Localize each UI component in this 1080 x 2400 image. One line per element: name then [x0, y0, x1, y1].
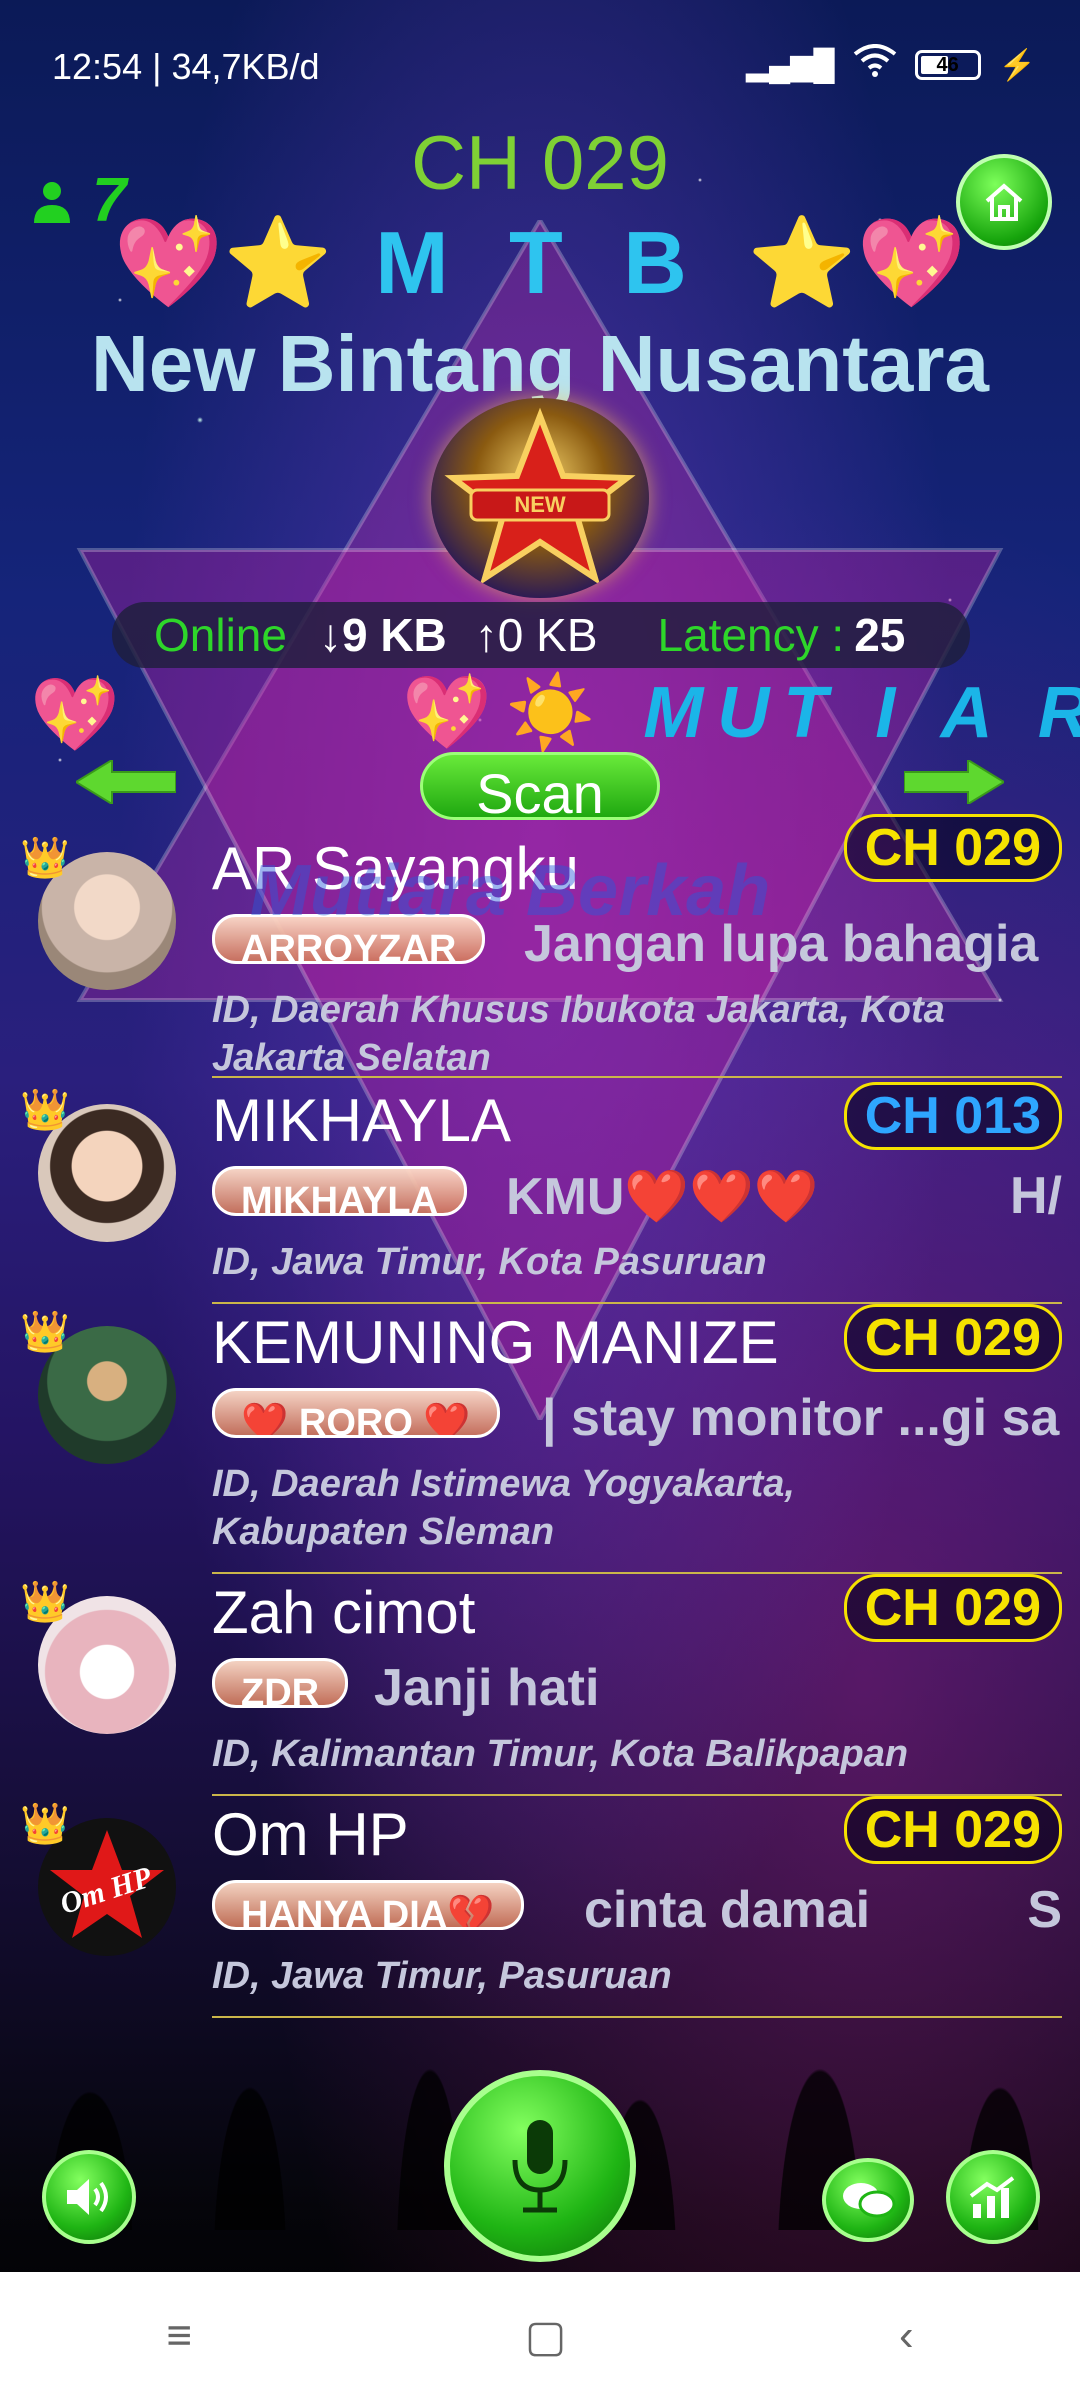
user-tag: ❤️ RORO ❤️ [212, 1388, 500, 1438]
divider [212, 2016, 1062, 2018]
watermark: Mutiara Berkah [250, 851, 771, 931]
marquee-banner: 💖 💖☀️ MUT I A R A [0, 668, 1080, 752]
channel-badge[interactable]: CH 029 [843, 1796, 1062, 1864]
user-list[interactable]: 👑 AR Sayangku CH 029 ARROYZAR Jangan lup… [0, 814, 1080, 2018]
sparkle-heart-icon: 💖⭐ [113, 213, 333, 312]
status-icons: ▂▄▆█ 46 ⚡ [746, 44, 1036, 86]
divider [212, 1076, 1062, 1078]
speaker-icon [67, 2179, 108, 2215]
channel-title: CH 029 [411, 121, 669, 206]
prev-channel-arrow-icon[interactable] [76, 760, 176, 804]
online-label: Online [154, 609, 287, 661]
status-message: Janji hati [374, 1659, 600, 1717]
user-location: ID, Jawa Timur, Kota Pasuruan [212, 1241, 767, 1283]
user-name: Zah cimot [212, 1579, 476, 1646]
user-name: Om HP [212, 1801, 409, 1868]
group-logo: NEW [431, 398, 649, 598]
crown-icon: 👑 [20, 1310, 70, 1354]
channel-badge[interactable]: CH 013 [843, 1082, 1062, 1150]
crown-icon: 👑 [20, 836, 70, 880]
battery-level: 46 [936, 54, 959, 76]
status-message: cinta damai [584, 1881, 871, 1939]
bottom-controls [0, 2060, 1080, 2280]
user-location: ID, Jawa Timur, Pasuruan [212, 1955, 672, 1997]
marquee-label: MUT I A R A [643, 673, 1080, 752]
charging-icon: ⚡ [998, 48, 1036, 82]
group-tag-letters: M T B [375, 213, 705, 312]
app-screen: 12:54 | 34,7KB/d ▂▄▆█ 46 ⚡ 7 CH 029 💖⭐ M… [0, 0, 1080, 2400]
status-message: | stay monitor ...gi sa [542, 1389, 1060, 1447]
channel-badge[interactable]: CH 029 [843, 814, 1062, 882]
list-item[interactable]: 👑 KEMUNING MANIZE CH 029 ❤️ RORO ❤️ | st… [0, 1304, 1080, 1574]
battery-icon: 46 [914, 50, 981, 80]
user-name: MIKHAYLA [212, 1087, 511, 1154]
status-tail: S [1027, 1881, 1062, 1939]
user-name: KEMUNING MANIZE [212, 1309, 779, 1376]
marquee-text: 💖☀️ MUT I A R A [402, 670, 1080, 752]
microphone-icon [512, 2120, 568, 2213]
status-time: 12:54 | 34,7KB/d [52, 46, 320, 87]
user-tag: HANYA DIA💔 [212, 1880, 524, 1930]
sparkle-heart-icon: ⭐💖 [747, 213, 967, 312]
list-item[interactable]: 👑 MIKHAYLA CH 013 MIKHAYLA KMU❤️❤️❤️ H/ … [0, 1082, 1080, 1304]
system-nav-bar: ≡ ▢ ‹ [0, 2272, 1080, 2400]
scan-button[interactable]: Scan [420, 752, 660, 820]
download-arrow-icon: ↓ [318, 609, 342, 661]
upload-value: 0 KB [497, 609, 598, 661]
status-bar: 12:54 | 34,7KB/d ▂▄▆█ 46 ⚡ [0, 0, 1080, 130]
wifi-icon [853, 44, 897, 86]
signal-icon: ▂▄▆█ [745, 48, 835, 82]
heart-icon: 💖 [30, 675, 120, 752]
download-speed: ↓9 KB [319, 608, 447, 662]
list-item[interactable]: 👑 Zah cimot CH 029 ZDR Janji hati ID, Ka… [0, 1574, 1080, 1796]
channel-badge[interactable]: CH 029 [843, 1574, 1062, 1642]
back-icon[interactable]: ‹ [899, 2311, 914, 2361]
group-tag: 💖⭐ M T B ⭐💖 [0, 212, 1080, 315]
upload-speed: ↑0 KB [475, 608, 598, 662]
crown-icon: 👑 [20, 1088, 70, 1132]
speaker-button[interactable] [42, 2150, 136, 2244]
menu-icon[interactable]: ≡ [166, 2311, 192, 2361]
channel-badge[interactable]: CH 029 [843, 1304, 1062, 1372]
microphone-button[interactable] [444, 2070, 636, 2262]
list-item[interactable]: Om HP 👑 Om HP CH 029 HANYA DIA💔 cinta da… [0, 1796, 1080, 2018]
crown-icon: 👑 [20, 1580, 70, 1624]
chat-icon [843, 2183, 896, 2218]
crown-icon: 👑 [20, 1802, 70, 1846]
home-square-icon[interactable]: ▢ [525, 2311, 567, 2362]
group-name: New Bintang Nusantara [91, 319, 989, 408]
status-message: KMU❤️❤️❤️ [506, 1168, 819, 1226]
stats-button[interactable] [946, 2150, 1040, 2244]
download-value: 9 KB [341, 609, 447, 661]
network-status-bar: Online ↓9 KB ↑0 KB Latency : 25 [112, 602, 970, 668]
latency-value: 25 [854, 609, 906, 661]
user-location: ID, Kalimantan Timur, Kota Balikpapan [212, 1733, 909, 1775]
user-location: ID, Daerah Khusus Ibukota Jakarta, Kota … [212, 989, 945, 1079]
user-location: ID, Daerah Istimewa Yogyakarta, Kabupate… [212, 1463, 795, 1553]
status-tail: H/ [1010, 1167, 1062, 1225]
next-channel-arrow-icon[interactable] [904, 760, 1004, 804]
user-tag: ZDR [212, 1658, 349, 1708]
sun-heart-icon: 💖☀️ [402, 673, 610, 752]
latency-label: Latency : [657, 609, 845, 661]
svg-text:NEW: NEW [514, 492, 566, 517]
user-tag: MIKHAYLA [212, 1166, 468, 1216]
chat-button[interactable] [822, 2158, 914, 2242]
upload-arrow-icon: ↑ [474, 609, 498, 661]
chart-up-icon [969, 2176, 1015, 2218]
